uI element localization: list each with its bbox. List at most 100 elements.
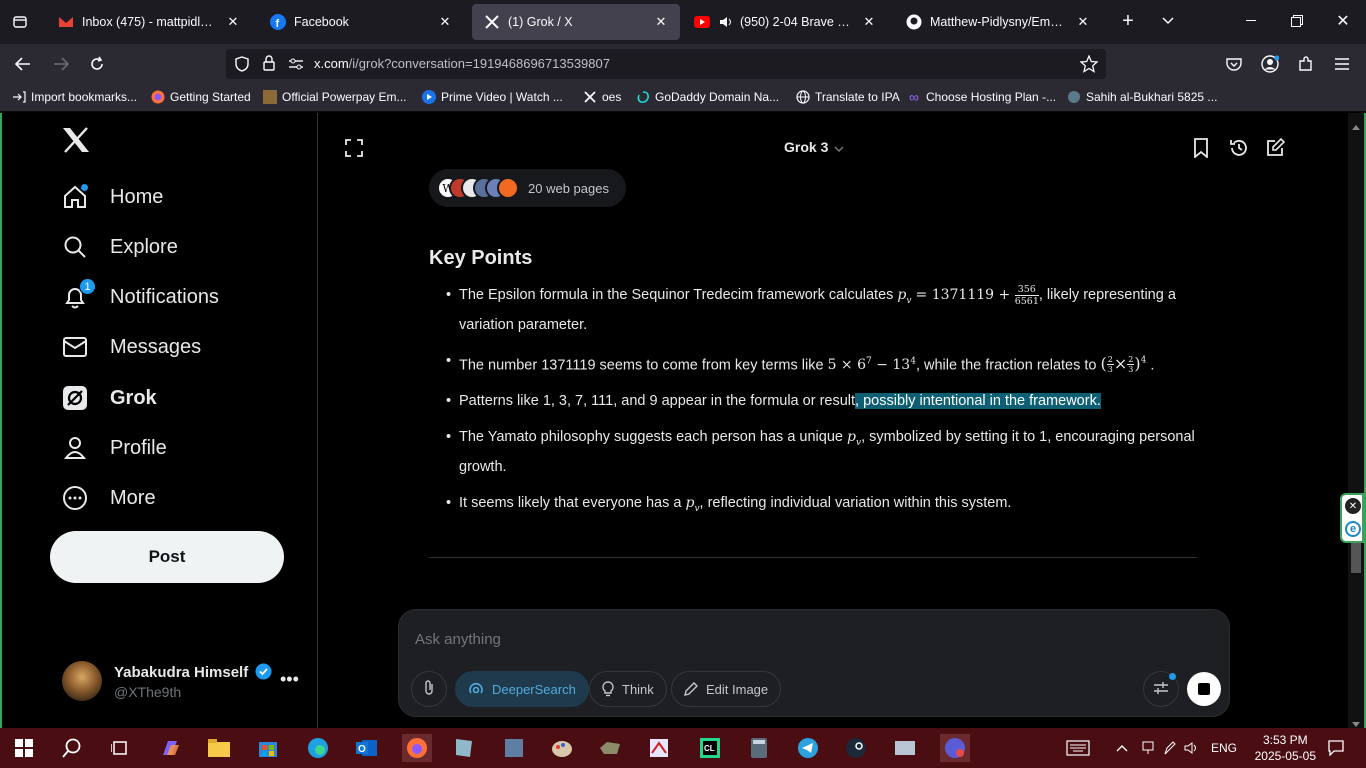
paint-icon[interactable] [548,734,576,762]
close-icon[interactable]: ✕ [654,14,668,30]
shield-icon[interactable] [234,56,250,77]
new-tab-icon[interactable]: + [1117,10,1139,32]
keyboard-icon[interactable] [1064,734,1092,762]
telegram-icon[interactable] [794,734,822,762]
bookmark-import[interactable]: Import bookmarks... [12,90,137,104]
pocket-icon[interactable] [1224,54,1244,74]
model-selector[interactable]: Grok 3 [784,139,844,155]
bookmark-godaddy[interactable]: GoDaddy Domain Na... [636,90,779,104]
back-icon[interactable] [12,54,34,74]
new-chat-icon[interactable] [1265,137,1286,163]
bookmark-getting-started[interactable]: Getting Started [151,90,251,104]
bookmark-oes[interactable]: oes [583,90,621,104]
settings-sliders-button[interactable] [1143,671,1179,707]
close-icon[interactable]: ✕ [1076,14,1090,30]
tab-overview-icon[interactable] [10,12,30,32]
think-button[interactable]: Think [589,671,667,707]
steam-icon[interactable] [842,734,870,762]
sidebar-item-explore[interactable]: Explore [60,227,178,267]
extensions-icon[interactable] [1296,54,1316,74]
bookmark-icon[interactable] [1193,138,1209,163]
x-logo-icon[interactable] [62,127,92,155]
lock-icon[interactable] [262,55,276,76]
sidebar-item-more[interactable]: More [60,478,156,518]
close-icon[interactable]: ✕ [226,14,240,30]
sidebar-item-profile[interactable]: Profile [60,428,167,468]
bookmark-powerpay[interactable]: Official Powerpay Em... [263,90,407,104]
app-icon[interactable] [645,734,673,762]
windows-start-icon[interactable] [10,734,38,762]
edit-image-button[interactable]: Edit Image [671,671,782,707]
app-icon[interactable] [596,734,624,762]
notification-center-icon[interactable] [1322,734,1350,762]
bookmark-prime-video[interactable]: Prime Video | Watch ... [422,90,563,104]
language-indicator[interactable]: ENG [1211,741,1237,755]
bookmark-translate-ipa[interactable]: Translate to IPA [796,90,900,104]
history-icon[interactable] [1229,138,1249,163]
tab-grok[interactable]: (1) Grok / X ✕ [472,4,680,40]
clock[interactable]: 3:53 PM 2025-05-05 [1255,732,1316,764]
account-switcher[interactable]: Yabakudra Himself @XThe9th ••• [62,661,302,705]
ask-input[interactable]: Ask anything [415,631,501,648]
sidebar-item-messages[interactable]: Messages [60,327,201,367]
edge-e-icon[interactable]: e [1345,521,1361,537]
minimize-icon[interactable] [1240,10,1262,32]
expand-icon[interactable] [345,139,363,162]
microsoft-store-icon[interactable] [254,734,282,762]
calculator-icon[interactable] [745,734,773,762]
search-icon[interactable] [58,734,86,762]
extension-widget[interactable]: ✕ e [1340,493,1364,543]
file-explorer-icon[interactable] [205,734,233,762]
scroll-up-icon[interactable] [1352,117,1360,135]
permissions-icon[interactable] [288,57,304,76]
github-icon [906,14,922,30]
app-icon[interactable] [940,734,970,762]
copilot-icon[interactable] [156,734,184,762]
post-button[interactable]: Post [50,531,284,583]
scrollbar[interactable] [1348,113,1364,728]
bookmark-sahih-bukhari[interactable]: Sahih al-Bukhari 5825 ... [1067,90,1217,104]
bookmark-label: oes [602,90,622,104]
volume-icon[interactable] [1178,734,1206,762]
close-icon[interactable]: ✕ [438,14,452,30]
browser-nav-bar: x.com/i/grok?conversation=19194686967135… [0,44,1366,84]
tab-facebook[interactable]: f Facebook ✕ [258,4,464,40]
scrollbar-thumb[interactable] [1351,543,1361,573]
deepersearch-button[interactable]: DeeperSearch [455,671,589,707]
app-icon[interactable] [500,734,528,762]
bookmark-star-icon[interactable] [1079,54,1099,78]
sunnah-icon [1067,90,1081,104]
edge-icon[interactable] [304,734,332,762]
more-options-icon[interactable]: ••• [280,669,299,690]
sidebar-item-home[interactable]: Home [60,177,163,217]
attach-button[interactable] [411,671,447,707]
clion-icon[interactable]: CL [696,734,724,762]
tab-youtube[interactable]: (950) 2-04 Brave New Wo ✕ [682,4,888,40]
stop-button[interactable] [1187,672,1221,706]
sidebar-item-notifications[interactable]: 1 Notifications [60,277,219,317]
sidebar-item-label: Grok [110,386,157,409]
close-icon[interactable]: ✕ [862,14,876,30]
tab-github[interactable]: Matthew-Pidlysny/Empirinon ✕ [894,4,1102,40]
list-item: Patterns like 1, 3, 7, 111, and 9 appear… [446,389,1199,413]
window-close-icon[interactable]: ✕ [1332,10,1354,32]
app-icon[interactable] [891,734,919,762]
restore-icon[interactable] [1286,10,1308,32]
outlook-icon[interactable]: O [353,734,381,762]
bookmark-hosting-plan[interactable]: ∞ Choose Hosting Plan -... [907,89,1056,105]
url-bar[interactable]: x.com/i/grok?conversation=19194686967135… [226,49,1106,79]
tab-list-chevron-icon[interactable] [1157,10,1179,32]
account-icon[interactable] [1260,54,1280,74]
tab-gmail[interactable]: Inbox (475) - mattpidlysny@g ✕ [46,4,252,40]
web-sources-chip[interactable]: W 20 web pages [429,169,626,207]
sidebar-item-grok[interactable]: Grok [60,378,157,418]
app-icon[interactable] [450,734,478,762]
firefox-icon[interactable] [402,734,432,762]
reload-icon[interactable] [86,54,108,74]
forward-icon[interactable] [50,54,72,74]
close-icon[interactable]: ✕ [1345,498,1361,514]
menu-icon[interactable] [1332,54,1352,74]
chevron-up-icon[interactable] [1108,734,1136,762]
task-view-icon[interactable] [106,734,134,762]
speaker-icon[interactable] [718,14,734,30]
